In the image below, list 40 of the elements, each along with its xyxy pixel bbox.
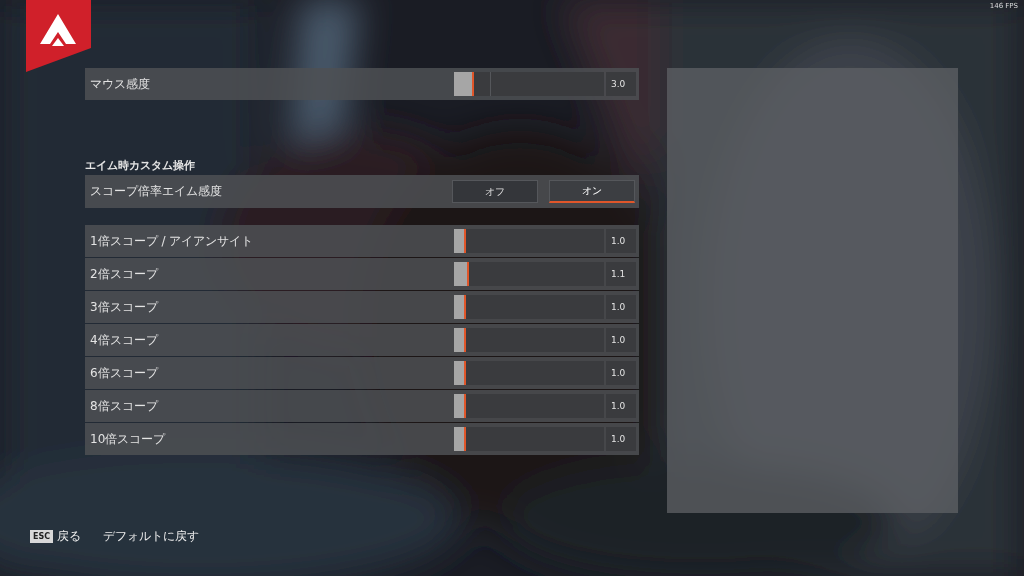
setting-label: 6倍スコープ xyxy=(90,364,160,382)
slider-value: 1.0 xyxy=(606,394,636,418)
setting-label: 8倍スコープ xyxy=(90,397,160,415)
setting-label: 2倍スコープ xyxy=(90,265,160,283)
slider-track[interactable] xyxy=(454,394,604,418)
esc-key-icon: ESC xyxy=(30,530,54,543)
reset-default-button[interactable]: デフォルトに戻す xyxy=(103,528,200,545)
slider-track[interactable] xyxy=(454,229,604,253)
slider-fill[interactable] xyxy=(454,295,466,319)
slider-track[interactable] xyxy=(454,72,604,96)
slider-track[interactable] xyxy=(454,361,604,385)
setting-label: 3倍スコープ xyxy=(90,298,160,316)
setting-label: 1倍スコープ / アイアンサイト xyxy=(90,232,255,250)
slider-fill[interactable] xyxy=(454,328,466,352)
slider-track[interactable] xyxy=(454,295,604,319)
setting-label: 10倍スコープ xyxy=(90,430,167,448)
setting-label: 4倍スコープ xyxy=(90,331,160,349)
slider-value: 1.0 xyxy=(606,229,636,253)
slider-track[interactable] xyxy=(454,328,604,352)
slider-track[interactable] xyxy=(454,262,604,286)
toggle-option[interactable]: オフ xyxy=(452,180,538,203)
slider-fill[interactable] xyxy=(454,394,466,418)
logo-icon xyxy=(26,0,91,72)
slider-value: 3.0 xyxy=(606,72,636,96)
slider-fill[interactable] xyxy=(454,427,466,451)
slider-value: 1.1 xyxy=(606,262,636,286)
slider-value: 1.0 xyxy=(606,427,636,451)
slider-fill[interactable] xyxy=(454,361,466,385)
slider-value: 1.0 xyxy=(606,361,636,385)
toggle-option[interactable]: オン xyxy=(549,180,635,203)
setting-label: スコープ倍率エイム感度 xyxy=(90,183,223,200)
slider-track[interactable] xyxy=(454,427,604,451)
slider-value: 1.0 xyxy=(606,328,636,352)
slider-value: 1.0 xyxy=(606,295,636,319)
slider-fill[interactable] xyxy=(454,262,469,286)
slider-fill[interactable] xyxy=(454,229,466,253)
back-button[interactable]: 戻る xyxy=(57,528,82,545)
slider-fill[interactable] xyxy=(454,72,474,96)
section-title: エイム時カスタム操作 xyxy=(85,158,196,174)
setting-label: マウス感度 xyxy=(90,75,151,93)
